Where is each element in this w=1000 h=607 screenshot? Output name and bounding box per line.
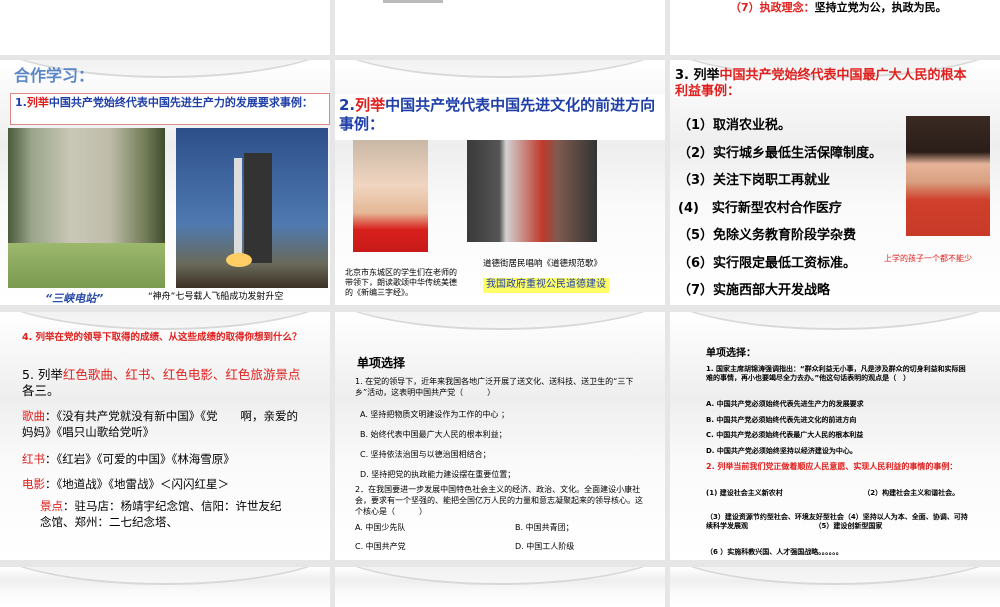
- slide-thumbnail[interactable]: 单项选择： 1. 国家主席胡锦涛强调指出：“群众利益无小事，凡是涉及群众的切身利…: [670, 312, 1000, 560]
- question-box: 1.列举中国共产党始终代表中国先进生产力的发展要求事例：: [10, 93, 330, 125]
- question-5: 5. 列举红色歌曲、红书、红色电影、红色旅游景点各三。: [22, 367, 301, 399]
- question-2: 2. 列举当前我们党正做着顺应人民意愿、实现人民利益的事情的事例：: [706, 462, 958, 471]
- slide-title: 合作学习：: [14, 66, 95, 85]
- slide-thumbnail[interactable]: 单项选择 1. 在党的领导下，近年来我国各地广泛开展了送文化、送科技、送卫生的“…: [335, 312, 665, 560]
- option: B. 始终代表中国最广大人民的根本利益；: [360, 430, 507, 439]
- list-item: （2）实行城乡最低生活保障制度。: [678, 145, 883, 161]
- question-2: 2．在我国要进一步发展中国特色社会主义的经济、政治、文化。全面建设小康社会，要求…: [355, 485, 643, 516]
- list-item: (4) 实行新型农村合作医疗: [678, 200, 842, 216]
- option: B. 中国共产党必须始终代表先进文化的前进方向: [706, 415, 857, 424]
- question-1: 1. 国家主席胡锦涛强调指出：“群众利益无小事，凡是涉及群众的切身利益和实际困难…: [706, 365, 966, 383]
- photo-caption: 道德街居民唱响《道德规范歌》: [483, 259, 603, 269]
- slide-thumbnail[interactable]: [670, 567, 1000, 607]
- question-4: 4. 列举在党的领导下取得的成绩、从这些成绩的取得你想到什么？: [22, 332, 302, 343]
- slide-title: 单项选择: [357, 356, 406, 370]
- option: A. 中国少先队: [355, 523, 406, 532]
- slide-thumbnail[interactable]: [335, 0, 665, 55]
- slide-thumbnail[interactable]: 3. 列举中国共产党始终代表中国最广大人民的根本利益事例： （1）取消农业税。 …: [670, 60, 1000, 305]
- option: C. 中国共产党必须始终代表最广大人民的根本利益: [706, 431, 864, 439]
- highlight-text: 我国政府重视公民道德建设: [483, 278, 609, 293]
- residents-singing-photo: [467, 140, 597, 242]
- question-1-options: A. 中国共产党必须始终代表先进生产力的发展要求 B. 中国共产党必须始终代表先…: [706, 397, 864, 459]
- question-box: 2.列举中国共产党代表中国先进文化的前进方向事例：: [335, 94, 665, 140]
- option: D. 中国共产党必须始终坚持以经济建设为中心。: [706, 446, 857, 455]
- three-gorges-dam-photo: [8, 128, 165, 288]
- option: C. 坚持依法治国与以德治国相结合；: [360, 450, 491, 459]
- slide-swoosh: [335, 60, 665, 78]
- slide-thumbnail[interactable]: [0, 0, 330, 55]
- photo-caption: “三峡电站”: [45, 292, 104, 305]
- faded-text-line: [383, 0, 443, 3]
- option: A. 中国共产党必须始终代表先进生产力的发展要求: [706, 400, 864, 408]
- option: D. 中国工人阶级: [515, 542, 575, 551]
- red-songs: 歌曲：《没有共产党就没有新中国》《党 啊，亲爱的妈妈》《唱只山歌给党听》: [22, 409, 298, 440]
- answer-line: （6 ）实施科教兴国、人才强国战略。。。。。。: [706, 548, 843, 556]
- slide-swoosh: [670, 312, 1000, 330]
- question-heading: 3. 列举中国共产党始终代表中国最广大人民的根本利益事例：: [675, 68, 967, 100]
- question-1: 1. 在党的领导下，近年来我国各地广泛开展了送文化、送科技、送卫生的“三下乡”活…: [355, 377, 634, 397]
- slide-thumbnail[interactable]: [0, 567, 330, 607]
- list-item: （7）实施西部大开发战略: [678, 283, 831, 298]
- benefit-list: （1）取消农业税。 （2）实行城乡最低生活保障制度。 （3）关注下岗职工再就业 …: [678, 112, 882, 305]
- question-1-options: A. 坚持把物质文明建设作为工作的中心 ； B. 始终代表中国最广大人民的根本利…: [360, 405, 515, 485]
- list-item: （6）实行限定最低工资标准。: [678, 255, 857, 271]
- answer-line: （3）建设资源节约型社会、环境友好型社会（4）坚持以人为本、全面、协调、可持续科…: [706, 513, 968, 531]
- option: C. 中国共产党: [355, 542, 406, 551]
- slide-thumbnail[interactable]: 合作学习： 1.列举中国共产党始终代表中国先进生产力的发展要求事例： “三峡电站…: [0, 60, 330, 305]
- shenzhou-rocket-photo: [176, 128, 328, 288]
- red-sites: 景点：驻马店：杨靖宇纪念馆、信阳：许世友纪 念馆、郑州：二七纪念塔、: [40, 499, 316, 530]
- red-films: 电影：《地道战》《地雷战》＜闪闪红星＞: [22, 477, 229, 491]
- answer-line: (1) 建设社会主义新农村 （2）构建社会主义和谐社会。: [706, 489, 960, 497]
- list-item: （1）取消农业税。: [678, 118, 792, 133]
- option: B. 中国共青团；: [515, 523, 574, 532]
- slide-thumbnail[interactable]: 4. 列举在党的领导下取得的成绩、从这些成绩的取得你想到什么？ 5. 列举红色歌…: [0, 312, 330, 560]
- photo-caption: 上学的孩子一个都不能少: [884, 254, 972, 263]
- option: D. 坚持把党的执政能力建设摆在重要位置；: [360, 470, 516, 479]
- slide-swoosh: [335, 567, 665, 585]
- student-girl-photo: [353, 140, 428, 252]
- photo-caption: “神舟”七号载人飞船成功发射升空: [148, 292, 284, 302]
- red-books: 红书：《红岩》《可爱的中国》《林海雪原》: [22, 452, 235, 466]
- slide-swoosh: [670, 567, 1000, 585]
- slide-swoosh: [0, 567, 330, 585]
- slide-swoosh: [335, 312, 665, 330]
- list-item: （5）免除义务教育阶段学杂费: [678, 228, 857, 243]
- slide-thumbnail[interactable]: 2.列举中国共产党代表中国先进文化的前进方向事例： 北京市东城区的学生们在老师的…: [335, 60, 665, 305]
- slide-title: 单项选择：: [706, 348, 756, 359]
- option: A. 坚持把物质文明建设作为工作的中心 ；: [360, 410, 509, 419]
- photo-caption: 北京市东城区的学生们在老师的带领下，朗读歌颂中华传统美德的《新编三字经》。: [345, 268, 457, 297]
- slide-thumbnail[interactable]: [335, 567, 665, 607]
- list-item: （3）关注下岗职工再就业: [678, 173, 831, 188]
- schoolgirl-photo: [906, 116, 990, 236]
- slide-text: （7）执政理念：坚持立党为公，执政为民。: [730, 1, 947, 14]
- slide-thumbnail[interactable]: （7）执政理念：坚持立党为公，执政为民。: [670, 0, 1000, 55]
- slide-swoosh: [0, 312, 330, 330]
